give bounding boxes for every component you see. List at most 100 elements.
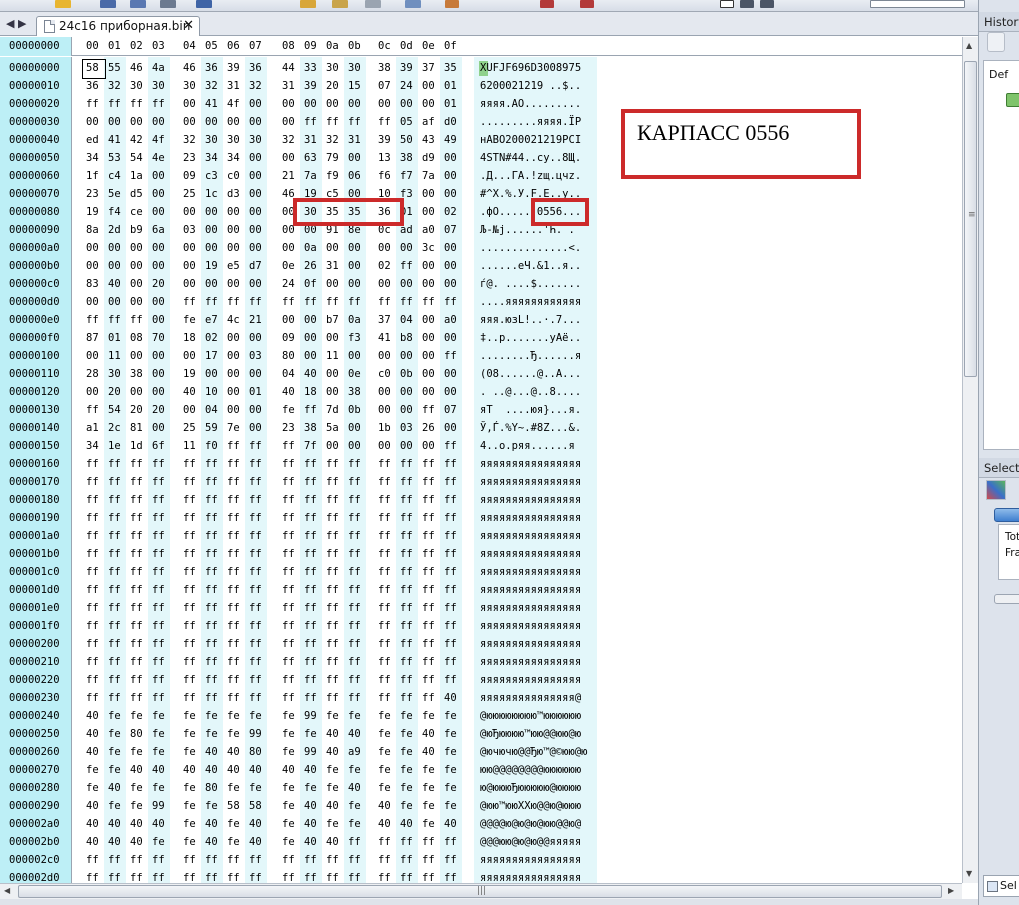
hex-byte[interactable]: 34 [205, 152, 218, 164]
hex-byte[interactable]: 80 [130, 728, 143, 740]
ascii-text[interactable]: @юЂюююю™юю@@юю@ю [480, 728, 581, 740]
hex-byte[interactable]: f6 [378, 170, 391, 182]
hex-byte[interactable]: 34 [86, 152, 99, 164]
hex-byte[interactable]: fe [282, 800, 295, 812]
hex-byte[interactable]: ff [422, 548, 435, 560]
hex-byte[interactable]: 07 [378, 80, 391, 92]
hex-byte[interactable]: fe [183, 818, 196, 830]
ascii-text[interactable]: яяяяяяяяяяяяяяяя [480, 602, 581, 614]
hex-byte[interactable]: 58 [227, 800, 240, 812]
hex-byte[interactable]: ff [304, 494, 317, 506]
hex-byte[interactable]: fe [422, 764, 435, 776]
print-icon[interactable] [160, 0, 176, 8]
hex-byte[interactable]: ff [183, 638, 196, 650]
hex-byte[interactable]: ff [326, 566, 339, 578]
hex-byte[interactable]: ff [183, 512, 196, 524]
hex-byte[interactable]: ff [444, 494, 457, 506]
hex-byte[interactable]: fe [108, 728, 121, 740]
hex-byte[interactable]: 7a [304, 170, 317, 182]
hex-byte[interactable]: 00 [444, 242, 457, 254]
hex-byte[interactable]: 0f [304, 278, 317, 290]
hex-byte[interactable]: 06 [348, 170, 361, 182]
hex-byte[interactable]: 00 [205, 278, 218, 290]
hex-byte[interactable]: fe [183, 836, 196, 848]
hex-byte[interactable]: ff [205, 656, 218, 668]
hex-byte[interactable]: 00 [400, 350, 413, 362]
hex-byte[interactable]: ff [130, 530, 143, 542]
hex-row[interactable]: 000000e0 ff ff ff 00 fe e7 4c 21 00 00 b7 0a 37 04 00 a0… [0, 312, 600, 330]
hex-byte[interactable]: 18 [183, 332, 196, 344]
hex-byte[interactable]: ff [282, 296, 295, 308]
hex-byte[interactable]: ff [86, 566, 99, 578]
hex-byte[interactable]: 80 [249, 746, 262, 758]
hex-byte[interactable]: 40 [130, 836, 143, 848]
hex-byte[interactable]: ff [444, 620, 457, 632]
hex-byte[interactable]: 4e [152, 152, 165, 164]
hex-byte[interactable]: ff [378, 620, 391, 632]
hex-byte[interactable]: 00 [152, 350, 165, 362]
selection-tool-icon[interactable] [986, 480, 1006, 500]
hex-byte[interactable]: 00 [152, 116, 165, 128]
hex-byte[interactable]: ff [400, 566, 413, 578]
hex-byte[interactable]: fe [152, 746, 165, 758]
hex-byte[interactable]: 40 [282, 386, 295, 398]
hex-byte[interactable]: ff [304, 692, 317, 704]
hex-byte[interactable]: 00 [227, 206, 240, 218]
ascii-text[interactable]: яяяяяяяяяяяяяяяя [480, 674, 581, 686]
hex-byte[interactable]: ff [326, 548, 339, 560]
hex-byte[interactable]: 04 [205, 404, 218, 416]
hex-byte[interactable]: 43 [422, 134, 435, 146]
hex-byte[interactable]: 19 [183, 368, 196, 380]
hex-byte[interactable]: fe [326, 764, 339, 776]
hex-byte[interactable]: 4f [152, 134, 165, 146]
hex-byte[interactable]: 00 [183, 206, 196, 218]
hex-byte[interactable]: ff [108, 458, 121, 470]
hex-row[interactable]: 00000110 28 30 38 00 19 00 00 00 04 40 00 0e c0 0b 00 00… [0, 366, 600, 384]
hex-byte[interactable]: 40 [205, 836, 218, 848]
hex-byte[interactable]: 38 [304, 422, 317, 434]
ascii-text[interactable]: ѓ@. ....$....... [480, 278, 581, 290]
hex-byte[interactable]: ff [249, 602, 262, 614]
hex-byte[interactable]: ff [400, 548, 413, 560]
hex-byte[interactable]: fe [378, 746, 391, 758]
hex-byte[interactable]: ff [422, 476, 435, 488]
hex-byte[interactable]: 00 [282, 98, 295, 110]
hex-byte[interactable]: ff [444, 836, 457, 848]
hex-byte[interactable]: ff [400, 458, 413, 470]
hex-byte[interactable]: 1e [108, 440, 121, 452]
hex-byte[interactable]: ff [282, 548, 295, 560]
hex-byte[interactable]: 21 [282, 170, 295, 182]
hex-byte[interactable]: ff [86, 458, 99, 470]
hex-byte[interactable]: 02 [378, 260, 391, 272]
hex-byte[interactable]: ff [108, 98, 121, 110]
hex-byte[interactable]: 00 [444, 278, 457, 290]
hex-byte[interactable]: 24 [400, 80, 413, 92]
hex-byte[interactable]: ff [304, 116, 317, 128]
hex-byte[interactable]: fe [444, 782, 457, 794]
hex-byte[interactable]: fe [183, 728, 196, 740]
hex-byte[interactable]: fe [422, 782, 435, 794]
hex-byte[interactable]: 1b [378, 422, 391, 434]
hex-byte[interactable]: 32 [326, 134, 339, 146]
hex-byte[interactable]: ff [326, 620, 339, 632]
hex-byte[interactable]: ff [86, 674, 99, 686]
hex-byte[interactable]: ff [282, 440, 295, 452]
ascii-text[interactable]: 4STN#44..cy..8Щ. [480, 152, 581, 164]
hex-byte[interactable]: 4f [227, 98, 240, 110]
hex-byte[interactable]: ff [444, 656, 457, 668]
hex-byte[interactable]: ff [400, 602, 413, 614]
ascii-text[interactable]: яяяяяяяяяяяяяяяя [480, 854, 581, 866]
hex-byte[interactable]: ff [304, 566, 317, 578]
hex-byte[interactable]: ff [378, 836, 391, 848]
hex-byte[interactable]: 00 [326, 242, 339, 254]
hex-byte[interactable]: ff [152, 854, 165, 866]
hex-byte[interactable]: 00 [183, 98, 196, 110]
hex-byte[interactable]: 01 [249, 386, 262, 398]
vertical-scroll-thumb[interactable]: ≡ [964, 61, 977, 377]
hex-row[interactable]: 00000290 40 fe fe 99 fe fe 58 58 fe 40 40 fe 40 fe fe fe… [0, 798, 600, 816]
hex-byte[interactable]: f0 [205, 440, 218, 452]
hex-byte[interactable]: ff [227, 548, 240, 560]
hex-byte[interactable]: ff [444, 674, 457, 686]
hex-byte[interactable]: ff [152, 692, 165, 704]
hex-byte[interactable]: ff [282, 692, 295, 704]
